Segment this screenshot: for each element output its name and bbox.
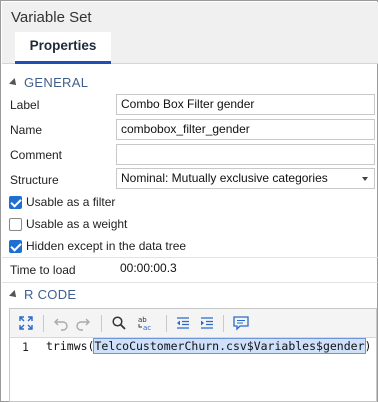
checkbox-checked-icon <box>9 240 22 253</box>
redo-icon[interactable] <box>72 313 94 333</box>
dropdown-arrow-icon <box>362 177 368 181</box>
outdent-icon[interactable] <box>172 313 194 333</box>
toolbar-separator <box>166 315 167 332</box>
toolbar-separator <box>101 315 102 332</box>
structure-caption: Structure <box>10 173 59 187</box>
divider <box>2 282 378 283</box>
hidden-except-tree-checkbox[interactable]: Hidden except in the data tree <box>9 239 229 255</box>
svg-text:ab: ab <box>138 316 147 324</box>
code-selection: TelcoCustomerChurn.csv$Variables$gender <box>93 338 366 354</box>
panel-title: Variable Set <box>11 9 92 26</box>
search-icon[interactable] <box>108 313 130 333</box>
comment-caption: Comment <box>10 148 63 162</box>
variable-set-panel: Variable Set Properties GENERAL Label Co… <box>0 0 378 402</box>
label-caption: Label <box>10 98 40 112</box>
tab-bar: Properties <box>2 32 378 64</box>
svg-text:ac: ac <box>143 324 151 332</box>
name-input[interactable]: combobox_filter_gender <box>116 119 375 140</box>
label-input[interactable]: Combo Box Filter gender <box>116 94 375 115</box>
comment-input[interactable] <box>116 144 375 165</box>
general-section-header[interactable]: GENERAL <box>2 75 202 93</box>
line-number: 1 <box>22 340 29 354</box>
rcode-section-header[interactable]: R CODE <box>2 287 202 305</box>
usable-as-filter-checkbox[interactable]: Usable as a filter <box>9 195 209 211</box>
fullscreen-icon[interactable] <box>15 313 37 333</box>
code-prefix: trimws( <box>46 339 95 353</box>
editor-toolbar: ab ac <box>10 309 376 338</box>
toolbar-separator <box>223 315 224 332</box>
code-suffix: ) %i <box>364 339 378 353</box>
time-to-load-value: 00:00:00.3 <box>120 261 177 275</box>
rcode-header-label: R CODE <box>24 287 77 302</box>
divider <box>2 257 378 258</box>
indent-icon[interactable] <box>196 313 218 333</box>
usable-as-weight-label: Usable as a weight <box>26 217 128 231</box>
replace-icon[interactable]: ab ac <box>134 313 156 333</box>
structure-select[interactable]: Nominal: Mutually exclusive categories <box>116 168 375 189</box>
hidden-except-tree-label: Hidden except in the data tree <box>26 239 187 253</box>
checkbox-checked-icon <box>9 196 22 209</box>
checkbox-unchecked-icon <box>9 218 22 231</box>
structure-select-value: Nominal: Mutually exclusive categories <box>121 171 328 185</box>
title-bar: Variable Set <box>2 2 378 32</box>
code-line[interactable]: trimws(TelcoCustomerChurn.csv$Variables$… <box>46 338 378 354</box>
usable-as-filter-label: Usable as a filter <box>26 195 116 209</box>
tab-properties[interactable]: Properties <box>15 32 111 64</box>
general-header-label: GENERAL <box>24 75 89 90</box>
collapse-triangle-icon <box>9 290 19 300</box>
undo-icon[interactable] <box>50 313 72 333</box>
comment-icon[interactable] <box>230 313 252 333</box>
collapse-triangle-icon <box>9 78 19 88</box>
time-to-load-caption: Time to load <box>10 263 76 277</box>
toolbar-separator <box>43 315 44 332</box>
name-caption: Name <box>10 123 43 137</box>
r-code-editor[interactable]: ab ac 1 trimws(TelcoCustomerChurn.csv$Var… <box>9 308 378 402</box>
usable-as-weight-checkbox[interactable]: Usable as a weight <box>9 217 209 233</box>
